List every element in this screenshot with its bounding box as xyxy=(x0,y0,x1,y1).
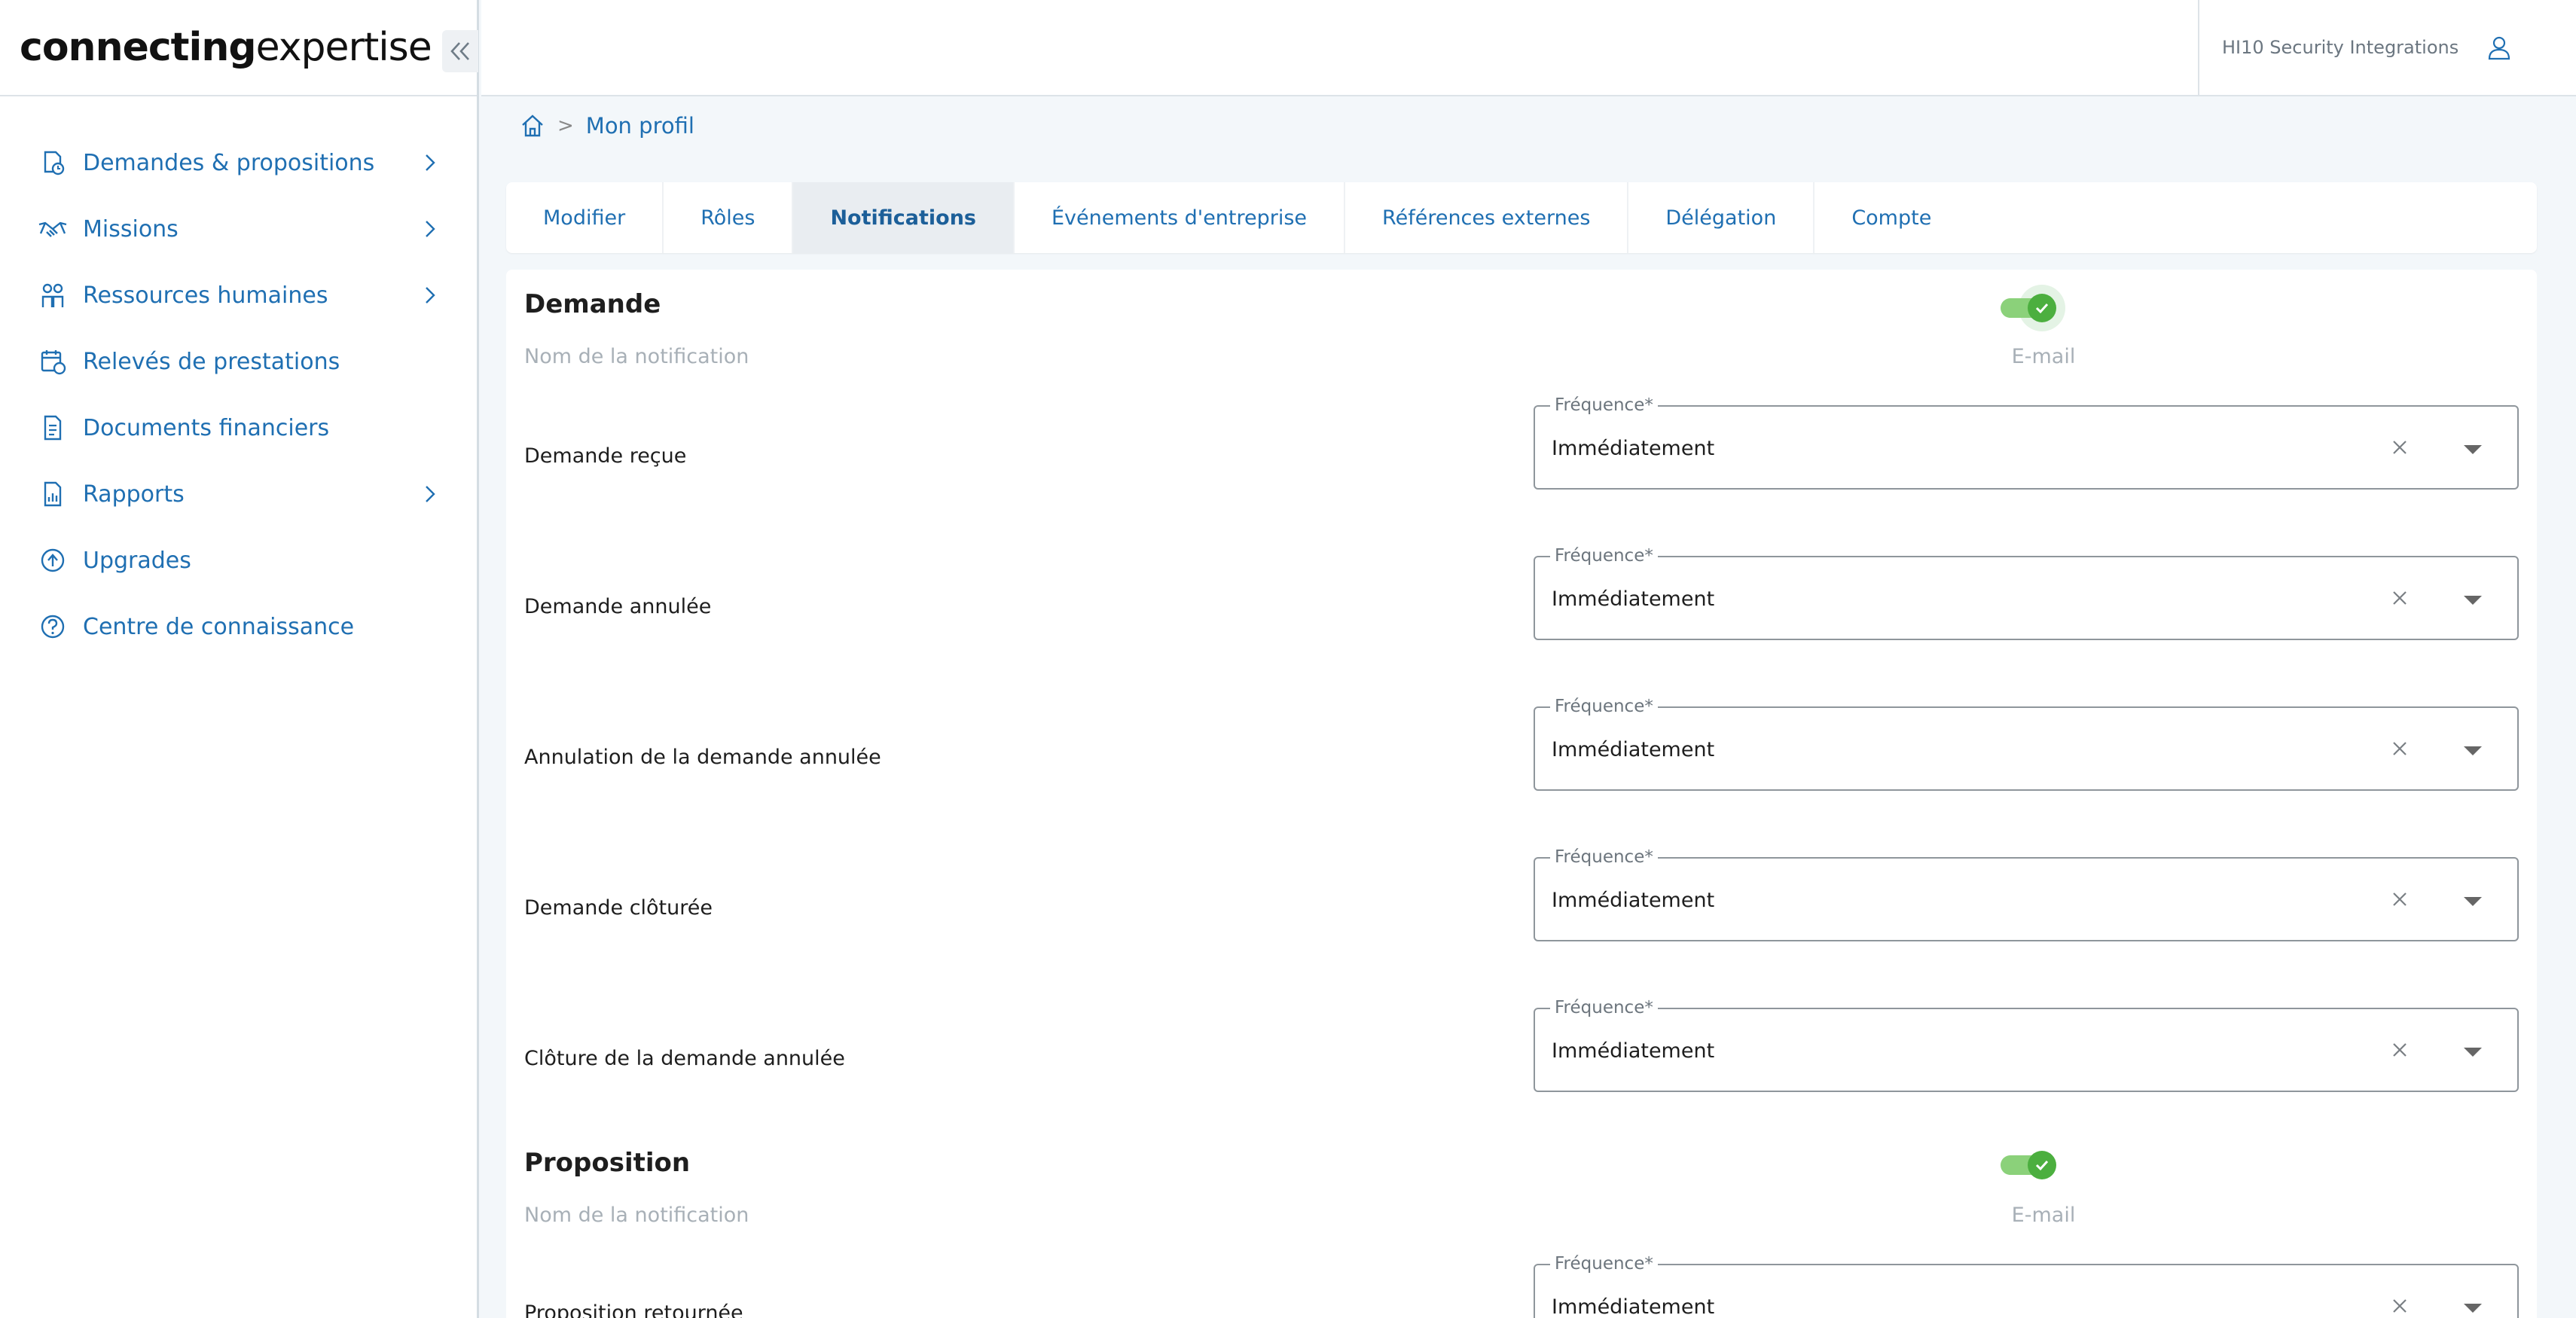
sidebar-item-label: Centre de connaissance xyxy=(83,613,355,640)
check-icon xyxy=(2028,1151,2056,1179)
notification-label: Proposition retournée xyxy=(524,1301,743,1318)
frequency-value: Immédiatement xyxy=(1552,587,1715,611)
dropdown-arrow-icon[interactable] xyxy=(2462,1301,2484,1315)
frequency-select[interactable]: Fréquence* Immédiatement xyxy=(1534,546,2519,640)
logo[interactable]: connectingexpertise xyxy=(20,25,432,70)
sidebar-item-documents[interactable]: Documents financiers xyxy=(0,395,477,461)
sidebar-item-upgrades[interactable]: Upgrades xyxy=(0,527,477,593)
breadcrumb-separator: > xyxy=(557,114,574,137)
breadcrumb: > Mon profil xyxy=(520,113,694,139)
notifications-panel: Demande Nom de la notification E-mail De… xyxy=(506,270,2537,1318)
clear-icon[interactable] xyxy=(2388,435,2412,459)
notification-label: Demande reçue xyxy=(524,444,687,468)
notification-label: Demande clôturée xyxy=(524,896,713,920)
frequency-select[interactable]: Fréquence* Immédiatement xyxy=(1534,998,2519,1092)
sidebar-nav: Demandes & propositions Missions Ressour… xyxy=(0,96,477,660)
section-title-proposition: Proposition xyxy=(524,1148,691,1178)
report-icon xyxy=(38,479,68,509)
breadcrumb-current[interactable]: Mon profil xyxy=(586,113,694,139)
tab-notifications[interactable]: Notifications xyxy=(793,182,1015,253)
sidebar-item-ressources[interactable]: Ressources humaines xyxy=(0,262,477,328)
double-chevron-left-icon xyxy=(450,42,469,60)
field-label: Fréquence* xyxy=(1550,546,1658,566)
dropdown-arrow-icon[interactable] xyxy=(2462,895,2484,908)
field-label: Fréquence* xyxy=(1550,697,1658,716)
chevron-right-icon xyxy=(426,486,435,502)
sidebar-item-label: Upgrades xyxy=(83,547,191,574)
frequency-select[interactable]: Fréquence* Immédiatement xyxy=(1534,697,2519,791)
dropdown-arrow-icon[interactable] xyxy=(2462,443,2484,456)
top-bar: HI10 Security Integrations xyxy=(481,0,2576,96)
column-header-name: Nom de la notification xyxy=(524,345,749,368)
chevron-right-icon xyxy=(426,221,435,237)
dropdown-arrow-icon[interactable] xyxy=(2462,744,2484,758)
sidebar-item-releves[interactable]: Relevés de prestations xyxy=(0,328,477,395)
email-toggle-proposition[interactable] xyxy=(1998,1142,2073,1187)
dropdown-arrow-icon[interactable] xyxy=(2462,1045,2484,1059)
sidebar-item-missions[interactable]: Missions xyxy=(0,196,477,262)
tab-delegation[interactable]: Délégation xyxy=(1628,182,1815,253)
email-toggle-demande[interactable] xyxy=(1998,285,2073,331)
sidebar-item-label: Demandes & propositions xyxy=(83,149,375,176)
tab-references[interactable]: Références externes xyxy=(1345,182,1629,253)
field-label: Fréquence* xyxy=(1550,1254,1658,1274)
company-name: HI10 Security Integrations xyxy=(2222,37,2459,58)
notification-label: Annulation de la demande annulée xyxy=(524,746,881,769)
sidebar-item-label: Ressources humaines xyxy=(83,282,328,309)
clear-icon[interactable] xyxy=(2388,586,2412,610)
frequency-select[interactable]: Fréquence* Immédiatement xyxy=(1534,1254,2519,1318)
clear-icon[interactable] xyxy=(2388,887,2412,911)
tab-roles[interactable]: Rôles xyxy=(664,182,794,253)
frequency-value: Immédiatement xyxy=(1552,437,1715,460)
collapse-sidebar-button[interactable] xyxy=(442,30,478,72)
clear-icon[interactable] xyxy=(2388,1038,2412,1062)
clear-icon[interactable] xyxy=(2388,737,2412,761)
frequency-value: Immédiatement xyxy=(1552,738,1715,761)
frequency-value: Immédiatement xyxy=(1552,889,1715,912)
sidebar-item-label: Relevés de prestations xyxy=(83,348,340,375)
notification-label: Demande annulée xyxy=(524,595,712,618)
column-header-email: E-mail xyxy=(2011,1204,2076,1227)
sidebar-item-rapports[interactable]: Rapports xyxy=(0,461,477,527)
upgrade-icon xyxy=(38,545,68,575)
sidebar-item-label: Documents financiers xyxy=(83,414,330,441)
document-icon xyxy=(38,413,68,443)
sidebar-item-label: Missions xyxy=(83,215,179,243)
sidebar-item-centre[interactable]: Centre de connaissance xyxy=(0,593,477,660)
sidebar-item-demandes[interactable]: Demandes & propositions xyxy=(0,130,477,196)
file-clock-icon xyxy=(38,148,68,178)
calendar-clock-icon xyxy=(38,346,68,377)
frequency-value: Immédiatement xyxy=(1552,1295,1715,1318)
chevron-right-icon xyxy=(426,154,435,171)
logo-bar: connectingexpertise xyxy=(0,0,478,96)
frequency-select[interactable]: Fréquence* Immédiatement xyxy=(1534,847,2519,941)
profile-tabs: Modifier Rôles Notifications Événements … xyxy=(506,182,2537,253)
check-icon xyxy=(2028,294,2056,322)
clear-icon[interactable] xyxy=(2388,1294,2412,1318)
user-menu[interactable]: HI10 Security Integrations xyxy=(2198,0,2576,95)
help-icon xyxy=(38,612,68,642)
frequency-select[interactable]: Fréquence* Immédiatement xyxy=(1534,395,2519,490)
frequency-value: Immédiatement xyxy=(1552,1039,1715,1063)
home-icon[interactable] xyxy=(520,113,545,139)
handshake-icon xyxy=(38,214,68,244)
logo-text-light: expertise xyxy=(255,25,432,70)
sidebar: connectingexpertise Demandes & propositi… xyxy=(0,0,479,1318)
logo-text-bold: connecting xyxy=(20,25,257,70)
chevron-right-icon xyxy=(426,287,435,304)
field-label: Fréquence* xyxy=(1550,847,1658,867)
notification-label: Clôture de la demande annulée xyxy=(524,1047,845,1070)
field-label: Fréquence* xyxy=(1550,395,1658,415)
column-header-email: E-mail xyxy=(2011,345,2076,368)
field-label: Fréquence* xyxy=(1550,998,1658,1017)
people-icon xyxy=(38,280,68,310)
tab-evenements[interactable]: Événements d'entreprise xyxy=(1015,182,1346,253)
section-title-demande: Demande xyxy=(524,289,661,319)
sidebar-item-label: Rapports xyxy=(83,481,185,508)
dropdown-arrow-icon[interactable] xyxy=(2462,593,2484,607)
tab-compte[interactable]: Compte xyxy=(1814,182,1968,253)
tab-modifier[interactable]: Modifier xyxy=(506,182,664,253)
user-icon[interactable] xyxy=(2486,34,2513,61)
column-header-name: Nom de la notification xyxy=(524,1204,749,1227)
